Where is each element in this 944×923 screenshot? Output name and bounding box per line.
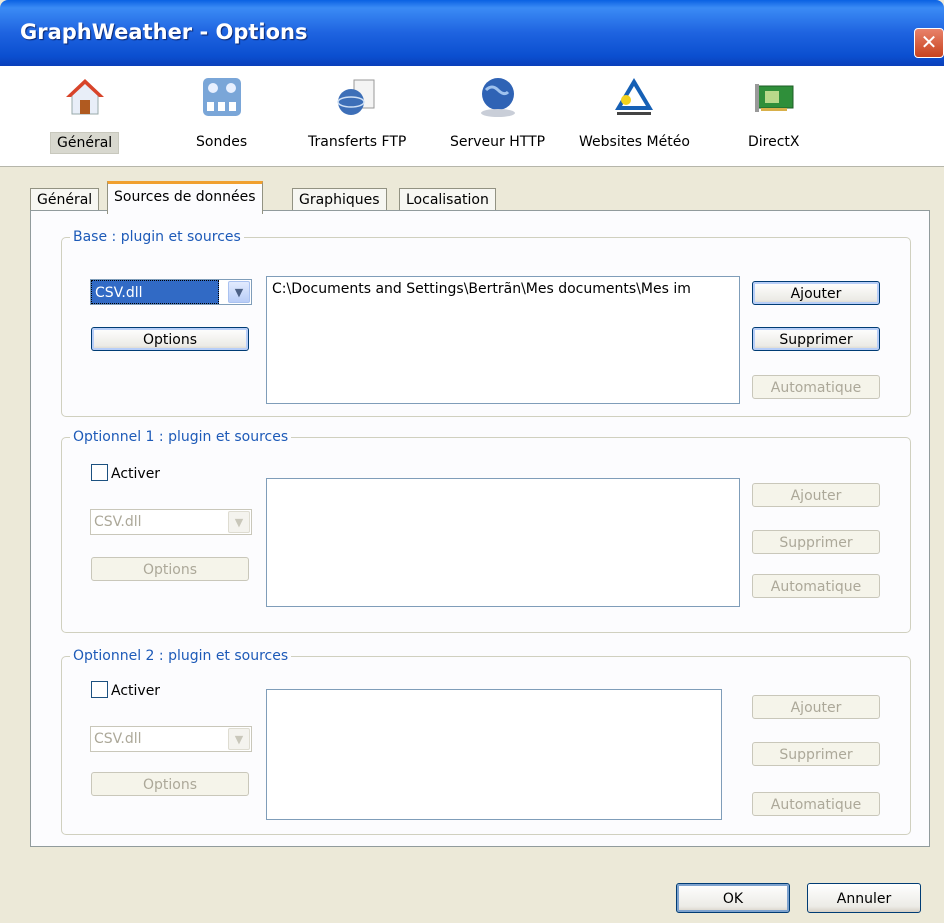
close-button[interactable]: ✕ [914, 28, 944, 58]
globe-server-icon [477, 76, 519, 118]
list-item[interactable]: C:\Documents and Settings\Bertrãn\Mes do… [267, 277, 739, 301]
home-icon [64, 76, 106, 118]
activate-checkbox[interactable]: Activer [91, 681, 160, 701]
sources-list[interactable] [266, 478, 740, 607]
toolbar-item-websites[interactable]: Websites Météo [573, 76, 696, 152]
activate-checkbox[interactable]: Activer [91, 464, 160, 484]
plugin-select[interactable]: CSV.dll ▼ [90, 279, 252, 305]
options-button[interactable]: Options [91, 557, 249, 581]
tab-panel-data-sources: Base : plugin et sources CSV.dll ▼ Optio… [30, 210, 930, 847]
options-button[interactable]: Options [91, 327, 249, 351]
chevron-down-icon[interactable]: ▼ [228, 728, 250, 750]
automatic-button[interactable]: Automatique [752, 574, 880, 598]
checkbox-box[interactable] [91, 681, 108, 698]
toolbar-item-ftp[interactable]: Transferts FTP [302, 76, 412, 152]
chevron-down-icon[interactable]: ▼ [228, 511, 250, 533]
group-legend: Optionnel 2 : plugin et sources [73, 648, 289, 664]
toolbar-label: Sondes [196, 134, 248, 150]
sensor-network-icon [201, 76, 243, 118]
tab-general[interactable]: Général [30, 188, 100, 211]
tab-graphics[interactable]: Graphiques [292, 188, 387, 211]
awekas-logo-icon [613, 76, 655, 118]
remove-button[interactable]: Supprimer [752, 327, 880, 351]
automatic-button[interactable]: Automatique [752, 375, 880, 399]
toolbar-label: DirectX [748, 134, 800, 150]
plugin-select[interactable]: CSV.dll ▼ [90, 509, 252, 535]
group-legend: Base : plugin et sources [73, 229, 241, 245]
toolbar-item-http[interactable]: Serveur HTTP [444, 76, 551, 152]
cancel-button[interactable]: Annuler [807, 883, 921, 913]
toolbar-item-sondes[interactable]: Sondes [190, 76, 253, 152]
category-toolbar: Général Sondes Transferts FTP Serveur HT… [0, 66, 944, 167]
activate-label: Activer [111, 683, 161, 699]
toolbar-label: Transferts FTP [308, 134, 407, 150]
checkbox-box[interactable] [91, 464, 108, 481]
remove-button[interactable]: Supprimer [752, 742, 880, 766]
graphics-card-icon [753, 76, 795, 118]
tab-localisation[interactable]: Localisation [399, 188, 496, 211]
close-icon: ✕ [920, 30, 938, 54]
options-button[interactable]: Options [91, 772, 249, 796]
group-legend: Optionnel 1 : plugin et sources [73, 429, 289, 445]
toolbar-label: Serveur HTTP [450, 134, 546, 150]
tab-data-sources[interactable]: Sources de données [107, 181, 263, 214]
add-button[interactable]: Ajouter [752, 483, 880, 507]
window-title: GraphWeather - Options [20, 20, 308, 44]
options-window: GraphWeather - Options ✕ Général Sondes … [0, 0, 944, 923]
remove-button[interactable]: Supprimer [752, 530, 880, 554]
title-bar[interactable]: GraphWeather - Options ✕ [0, 0, 944, 66]
automatic-button[interactable]: Automatique [752, 792, 880, 816]
toolbar-label: Général [50, 132, 120, 154]
plugin-select-value: CSV.dll [94, 731, 142, 747]
add-button[interactable]: Ajouter [752, 281, 880, 305]
add-button[interactable]: Ajouter [752, 695, 880, 719]
chevron-down-icon[interactable]: ▼ [228, 281, 250, 303]
sources-list[interactable]: C:\Documents and Settings\Bertrãn\Mes do… [266, 276, 740, 404]
sources-list[interactable] [266, 689, 722, 820]
activate-label: Activer [111, 466, 161, 482]
plugin-select-value: CSV.dll [91, 280, 219, 304]
toolbar-item-general[interactable]: Général [50, 76, 120, 154]
plugin-select-value: CSV.dll [94, 514, 142, 530]
toolbar-label: Websites Météo [579, 134, 690, 150]
ok-button[interactable]: OK [676, 883, 790, 913]
plugin-select[interactable]: CSV.dll ▼ [90, 726, 252, 752]
ftp-transfer-icon [336, 76, 378, 118]
toolbar-item-directx[interactable]: DirectX [742, 76, 806, 152]
